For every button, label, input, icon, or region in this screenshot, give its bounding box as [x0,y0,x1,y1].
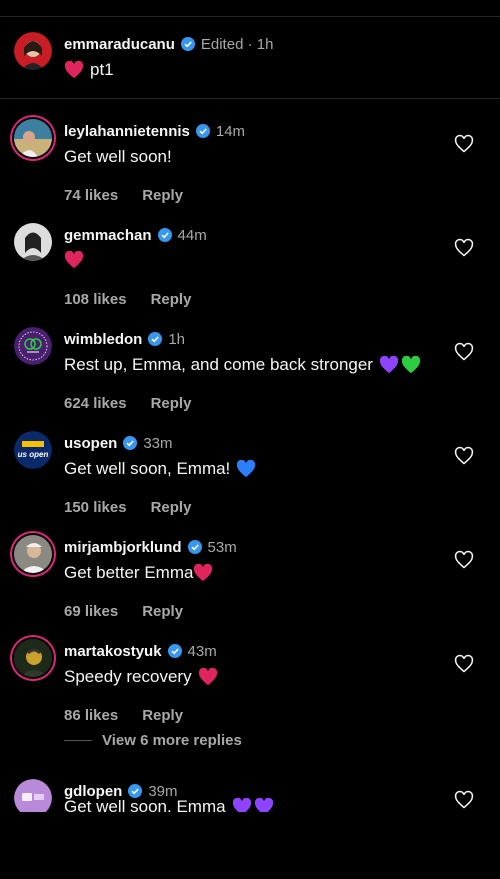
comment-time: 14m [215,122,246,140]
likes-count[interactable]: 74 likes [64,187,118,204]
caption-label: pt1 [90,60,114,79]
blue-heart-emoji-icon [237,460,256,478]
verified-badge-icon [187,540,202,554]
verified-badge-icon [157,228,172,242]
heart-outline-icon[interactable] [454,654,474,674]
likes-count[interactable]: 624 likes [64,395,127,412]
replies-line [64,740,92,741]
reply-button[interactable]: Reply [142,603,183,620]
comment-item: martakostyuk 43m Speedy recovery 86 like… [0,639,500,739]
username[interactable]: emmaraducanu [64,36,175,53]
likes-count[interactable]: 69 likes [64,603,118,620]
heart-outline-icon[interactable] [454,790,474,810]
comment-time: 1h [168,330,186,348]
username[interactable]: wimbledon [64,331,142,348]
caption-text: pt1 [64,60,114,80]
comment-time: 33m [143,434,173,452]
comment-item: wimbledon 1h Rest up, Emma, and come bac… [0,327,500,427]
comment-text-label: Speedy recovery [64,667,192,686]
username[interactable]: mirjambjorklund [64,539,182,556]
verified-badge-icon [148,332,163,346]
avatar[interactable] [14,32,52,70]
comment-text-label: Get better Emma [64,563,194,582]
comment-time: 53m [207,538,237,556]
reply-button[interactable]: Reply [151,291,192,308]
likes-count[interactable]: 108 likes [64,291,127,308]
avatar[interactable] [14,327,52,365]
caption-divider [0,98,500,99]
green-heart-emoji-icon [401,356,421,374]
heart-emoji-icon [198,668,217,686]
view-more-replies[interactable]: View 6 more replies [64,732,242,749]
likes-count[interactable]: 86 likes [64,707,118,724]
usopen-logo-text: us open [18,450,49,459]
comment-text [64,251,84,269]
verified-badge-icon [195,124,210,138]
reply-button[interactable]: Reply [151,395,192,412]
username[interactable]: martakostyuk [64,643,162,660]
comment-text-label: Get well soon! [64,147,172,166]
avatar[interactable]: us open [14,431,52,469]
heart-outline-icon[interactable] [454,446,474,466]
verified-badge-icon [128,784,143,798]
heart-outline-icon[interactable] [454,550,474,570]
avatar[interactable] [14,639,52,677]
heart-emoji-icon [194,564,213,582]
comment-time: 44m [177,226,207,244]
comment-text: Get well soon! [64,147,172,167]
comment-text: Get better Emma [64,563,213,583]
view-more-replies-label[interactable]: View 6 more replies [102,732,242,749]
comment-item: gdlopen 39m Get well soon, Emma [0,779,500,879]
top-divider [0,16,500,17]
username[interactable]: leylahannietennis [64,123,190,140]
bottom-edge [0,812,500,822]
username[interactable]: gemmachan [64,227,152,244]
heart-emoji-icon [64,61,84,79]
heart-outline-icon[interactable] [454,134,474,154]
avatar[interactable] [14,223,52,261]
verified-badge-icon [123,436,138,450]
comment-text: Rest up, Emma, and come back stronger [64,355,421,375]
comment-text: Speedy recovery [64,667,218,687]
reply-button[interactable]: Reply [151,499,192,516]
heart-emoji-icon [64,251,84,269]
comment-text-label: Rest up, Emma, and come back stronger [64,355,373,374]
verified-badge-icon [167,644,182,658]
heart-outline-icon[interactable] [454,238,474,258]
purple-heart-emoji-icon [379,356,399,374]
reply-button[interactable]: Reply [142,187,183,204]
comment-text-label: Get well soon, Emma! [64,459,231,478]
avatar[interactable] [14,119,52,157]
reply-button[interactable]: Reply [142,707,183,724]
likes-count[interactable]: 150 likes [64,499,127,516]
heart-outline-icon[interactable] [454,342,474,362]
comment-item: gemmachan 44m 108 likes Reply [0,223,500,323]
comment-item: mirjambjorklund 53m Get better Emma 69 l… [0,535,500,635]
post-caption: emmaraducanu Edited · 1h pt1 [0,32,500,132]
comment-item: leylahannietennis 14m Get well soon! 74 … [0,119,500,219]
comment-item: us open usopen 33m Get well soon, Emma! … [0,431,500,531]
comment-text: Get well soon, Emma! [64,459,256,479]
comment-time: 43m [187,642,217,660]
post-meta: Edited · 1h [200,35,274,53]
avatar[interactable] [14,535,52,573]
username[interactable]: usopen [64,435,117,452]
verified-badge-icon [180,37,195,51]
